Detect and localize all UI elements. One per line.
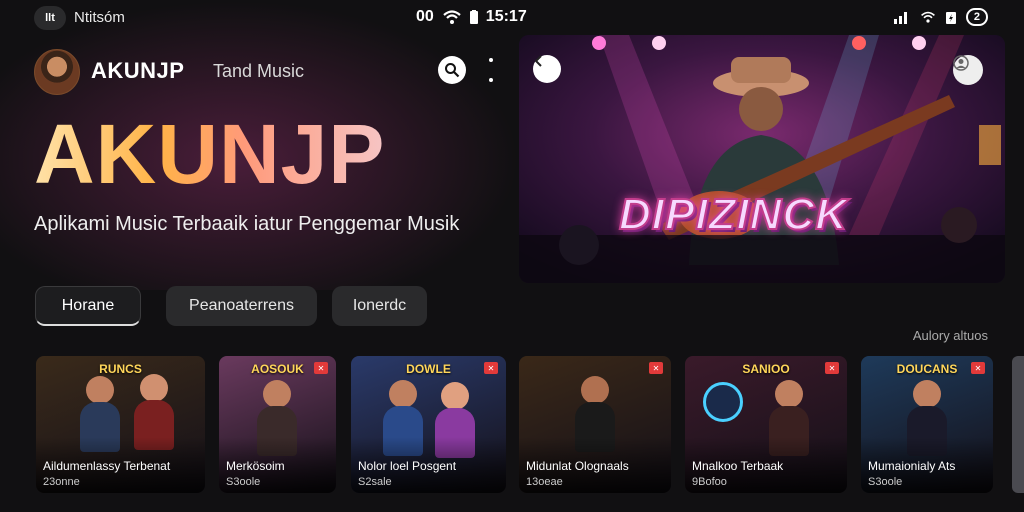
status-time: 15:17 — [485, 8, 527, 25]
card-meta: S3oole — [226, 476, 261, 488]
artist-figure — [581, 376, 609, 404]
signal-icon — [893, 12, 907, 24]
badge-icon: ✕ — [314, 362, 328, 374]
album-card[interactable]: DOUCANS ✕ Mumaionialy Ats S3oole — [861, 356, 993, 493]
wifi-icon — [443, 10, 461, 24]
featured-banner[interactable]: DIPIZINCK — [519, 35, 1005, 283]
card-meta: 23onne — [43, 476, 80, 488]
hero-title: AKUNJP — [34, 107, 386, 201]
badge-icon: ✕ — [484, 362, 498, 374]
card-title: Nolor loel Posgent — [358, 459, 457, 473]
banner-back-button[interactable] — [533, 55, 561, 83]
badge-icon: ✕ — [649, 362, 663, 374]
user-icon — [953, 55, 969, 71]
artist-figure — [140, 374, 168, 402]
status-right: 2 — [893, 8, 988, 26]
wifi-icon — [920, 11, 935, 23]
more-dot-icon — [489, 58, 493, 62]
status-center: 00 15:17 — [416, 8, 527, 26]
artist-figure — [441, 382, 469, 410]
album-card[interactable]: ✕ Midunlat Olognaals 13oeae — [519, 356, 671, 493]
badge-icon: ✕ — [971, 362, 985, 374]
artist-figure — [389, 380, 417, 408]
hero-subtitle: Aplikami Music Terbaaik iatur Penggemar … — [34, 213, 460, 235]
banner-title: DIPIZINCK — [618, 189, 848, 240]
card-art-text: SANIOO — [742, 362, 790, 376]
more-options-button[interactable] — [484, 56, 498, 84]
card-art-text: RUNCS — [99, 362, 142, 376]
album-card[interactable]: RUNCS Aildumenlassy Terbenat 23onne — [36, 356, 205, 493]
badge-icon: ✕ — [825, 362, 839, 374]
card-title: Merkösoim — [226, 459, 285, 473]
battery-charging-icon — [945, 12, 956, 24]
status-center-text: 00 — [416, 8, 434, 25]
status-bar: llt Ntitsóm 00 15:17 2 — [0, 0, 1024, 34]
chevron-left-icon — [534, 55, 542, 67]
brand-name: AKUNJP — [91, 58, 185, 83]
search-button[interactable] — [438, 56, 466, 84]
card-title: Mumaionialy Ats — [868, 459, 956, 473]
card-meta: 13oeae — [526, 476, 563, 488]
card-art-text: DOWLE — [406, 362, 451, 376]
album-card-partial[interactable] — [1012, 356, 1024, 493]
album-card[interactable]: DOWLE ✕ Nolor loel Posgent S2sale — [351, 356, 506, 493]
card-meta: 9Bofoo — [692, 476, 727, 488]
tab-genre[interactable]: Ionerdc — [332, 286, 427, 326]
artist-figure — [913, 380, 941, 408]
card-meta: S2sale — [358, 476, 392, 488]
card-title: Midunlat Olognaals — [526, 459, 629, 473]
artist-figure — [263, 380, 291, 408]
more-dot-icon — [489, 78, 493, 82]
card-meta: S3oole — [868, 476, 903, 488]
album-card[interactable]: SANIOO ✕ Mnalkoo Terbaak 9Bofoo — [685, 356, 847, 493]
see-all-link[interactable]: Aulory altuos — [913, 328, 988, 343]
status-app-label: Ntitsóm — [74, 9, 125, 26]
banner-profile-button[interactable] — [953, 55, 983, 85]
tab-recommendations[interactable]: Peanoaterrens — [166, 286, 317, 326]
user-avatar[interactable] — [34, 49, 80, 95]
artist-figure — [775, 380, 803, 408]
artist-figure — [86, 376, 114, 404]
battery-level-pill: 2 — [965, 8, 988, 26]
status-app-icon: llt — [34, 6, 66, 30]
banner-artwork — [519, 35, 1005, 283]
album-card[interactable]: AOSOUK ✕ Merkösoim S3oole — [219, 356, 336, 493]
battery-icon — [469, 10, 478, 24]
card-title: Aildumenlassy Terbenat — [43, 459, 171, 473]
tab-home[interactable]: Horane — [35, 286, 141, 326]
card-title: Mnalkoo Terbaak — [692, 459, 784, 473]
artist-figure — [703, 382, 743, 422]
brand-tagline: Tand Music — [213, 61, 305, 81]
search-icon — [445, 63, 460, 78]
